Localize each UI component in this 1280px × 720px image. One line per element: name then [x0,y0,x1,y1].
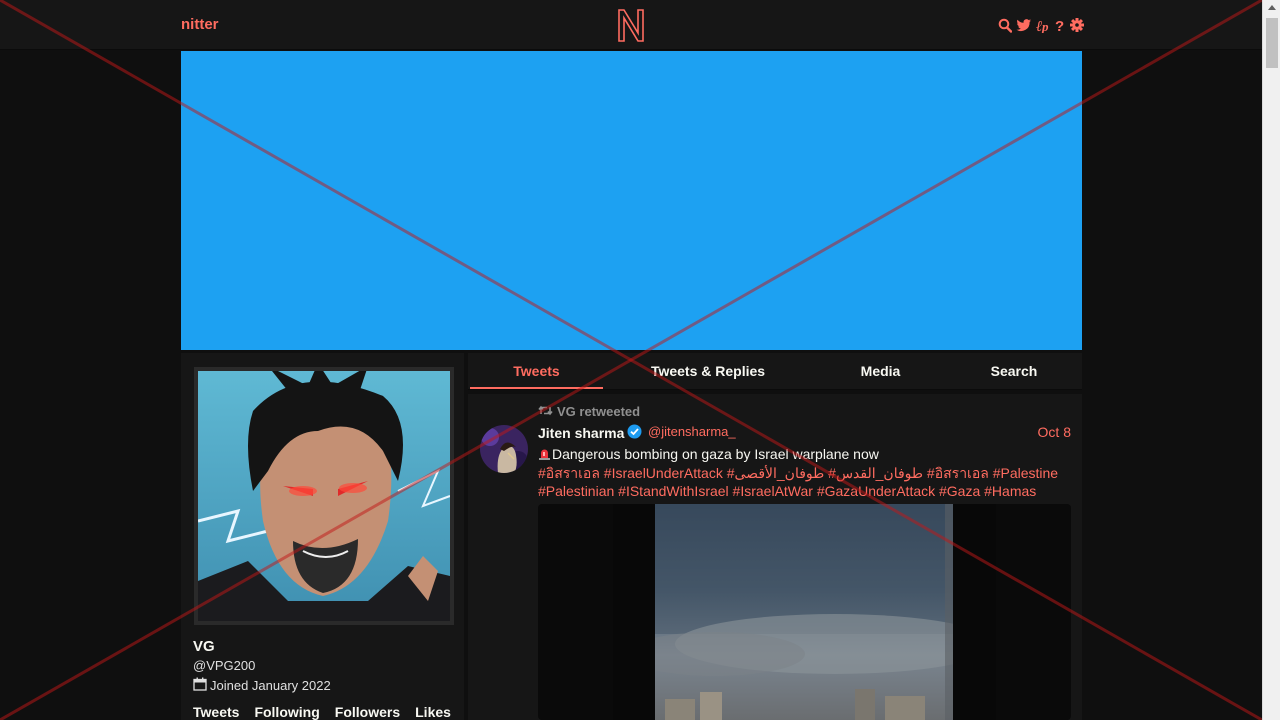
tweet-text: Dangerous bombing on gaza by Israel warp… [552,446,879,462]
stat-likes[interactable]: Likes [415,704,451,720]
timeline: VG retweeted Jiten sharma @jitensharma_ … [468,394,1082,720]
search-icon[interactable] [998,17,1013,33]
stat-tweets[interactable]: Tweets [193,704,239,720]
stat-followers[interactable]: Followers [335,704,400,720]
navbar: nitter ℓp ? [0,0,1262,50]
tab-media[interactable]: Media [838,363,923,379]
tweet-author-handle[interactable]: @jitensharma_ [648,424,736,439]
tab-tweets-replies[interactable]: Tweets & Replies [638,363,778,379]
profile-handle[interactable]: @VPG200 [193,658,255,673]
tab-tweets[interactable]: Tweets [470,363,603,379]
tab-search[interactable]: Search [973,363,1055,379]
scrollbar[interactable] [1262,0,1280,720]
author-name-text[interactable]: Jiten sharma [538,425,624,441]
svg-text:?: ? [1055,18,1064,33]
retweet-icon [538,404,553,419]
tweet-date[interactable]: Oct 8 [1038,424,1071,440]
scroll-up-arrow-icon[interactable] [1268,5,1276,10]
svg-text:p: p [1041,19,1049,33]
gear-icon[interactable] [1070,17,1084,33]
siren-icon [538,446,552,464]
tweet-author-name[interactable]: Jiten sharma [538,424,642,442]
tweet-hashtags-line2[interactable]: #Palestinian #IStandWithIsrael #IsraelAt… [538,483,1036,499]
profile-joined: Joined January 2022 [193,677,331,694]
rss-icon[interactable]: ℓp [1036,17,1050,35]
verified-icon [627,424,642,442]
profile-stats: Tweets Following Followers Likes [193,704,451,720]
profile-card: VG @VPG200 Joined January 2022 Tweets Fo… [181,353,464,720]
profile-avatar[interactable] [194,367,454,625]
retweet-header: VG retweeted [538,404,640,419]
media-image[interactable] [625,504,995,720]
tweet-author-avatar[interactable] [480,425,528,473]
calendar-icon [193,677,207,694]
profile-banner[interactable] [181,51,1082,350]
profile-name[interactable]: VG [193,638,215,655]
nitter-logo-icon[interactable] [616,7,646,43]
stat-following[interactable]: Following [254,704,319,720]
active-tab-indicator [470,387,603,389]
tweet-content: Dangerous bombing on gaza by Israel warp… [538,445,1068,500]
retweet-label[interactable]: VG retweeted [557,404,640,419]
brand-link[interactable]: nitter [181,16,219,33]
joined-date: Joined January 2022 [210,678,331,693]
twitter-icon[interactable] [1016,17,1032,33]
nav-icons: ℓp ? [998,16,1084,35]
scrollbar-thumb[interactable] [1266,18,1278,68]
help-icon[interactable]: ? [1054,17,1066,35]
tweet-hashtags-line1[interactable]: #อิสราเอล #IsraelUnderAttack #طوفان_القد… [538,465,1058,481]
timeline-tabs: Tweets Tweets & Replies Media Search [468,353,1082,390]
tweet-media[interactable] [538,504,1071,720]
